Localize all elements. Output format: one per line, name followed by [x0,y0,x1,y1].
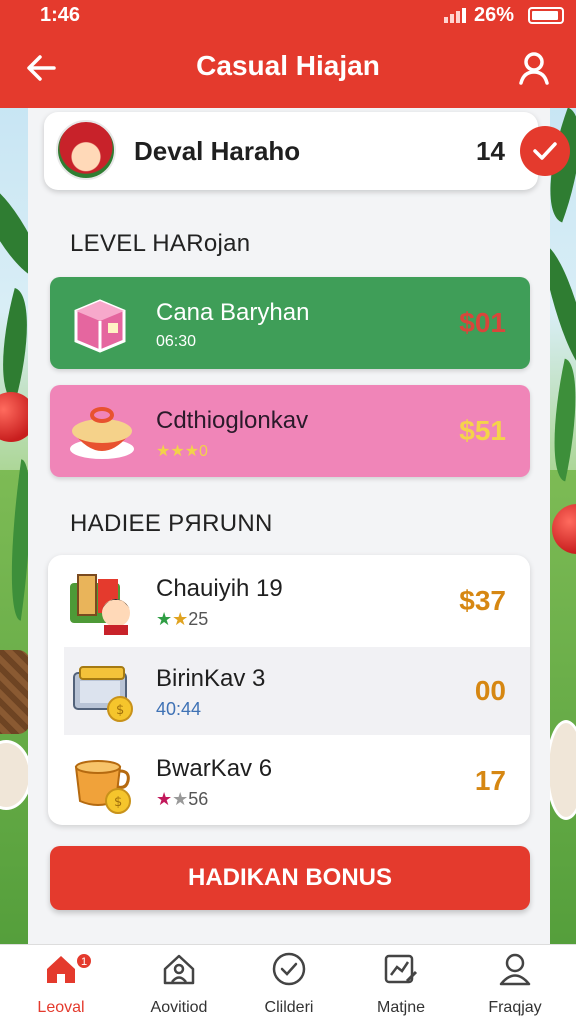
item-name: BwarKav 6 [156,755,273,782]
avatar [56,120,116,180]
nav-label: Clilderi [264,999,314,1016]
item-sub: ★★25 [156,609,209,629]
page-title: Casual Hiajan [196,50,380,81]
level-card-2[interactable]: Cdthioglonkav ★★★0 $51 [50,385,530,477]
list-item[interactable]: $ BirinKav 3 40:44 00 [64,647,530,735]
check-icon[interactable] [520,126,570,176]
nav-label: Leoval [37,999,85,1016]
bonus-button[interactable]: HADIKAN BONUS [50,846,530,910]
chest-coin-icon: $ [70,659,136,725]
pot-coin-icon: $ [68,749,134,815]
level-card-sub: 06:30 [156,333,197,350]
gift-box-icon [68,291,132,355]
battery-percent: 26% [474,4,515,26]
nav-label: Aovitiod [150,999,208,1016]
profile-count: 14 [476,136,505,166]
item-price: 17 [474,765,506,796]
level-card-1[interactable]: Cana Baryhan 06:30 $01 [50,277,530,369]
level-card-price: $51 [459,415,506,446]
level-card-stars: ★★★0 [156,443,208,460]
person-icon [499,953,531,986]
level-section-title: LEVEL HARojan [70,230,251,257]
item-name: Chauiyih 19 [156,575,283,602]
profile-name: Deval Haraho [134,136,301,166]
bowl-icon [68,399,134,463]
item-name: BirinKav 3 [156,665,266,692]
nav-item-clilderi[interactable]: Clilderi [234,951,344,1021]
item-list: Chauiyih 19 ★★25 $37 $ BirinKav 3 40:44 … [48,555,530,825]
nav-label: Fraqjay [488,999,542,1016]
item-price: 00 [474,675,506,706]
nav-item-fraqjay[interactable]: Fraqjay [460,951,570,1021]
nav-item-leoval[interactable]: 1 Leoval [6,951,116,1021]
home-icon [47,956,75,983]
character-scene-icon [68,569,134,635]
level-card-price: $01 [459,307,506,338]
chart-edit-icon [384,954,418,984]
item-sub: 40:44 [156,699,202,719]
nav-item-matjne[interactable]: Matjne [346,951,456,1021]
app-bar: Casual Hiajan [0,32,576,108]
item-sub: ★★56 [156,789,209,809]
signal-icon [444,8,466,23]
level-card-name: Cdthioglonkav [156,407,309,434]
svg-text:$: $ [116,703,124,718]
nav-item-aovitiod[interactable]: Aovitiod [124,951,234,1021]
item-price: $37 [459,585,506,616]
hadiee-section-title: HADIEE PЯRUNN [70,510,273,537]
profile-card[interactable]: Deval Haraho 14 [44,112,570,190]
house-person-icon [163,954,195,985]
level-card-name: Cana Baryhan [156,299,310,326]
bottom-nav: 1 Leoval Aovitiod Clilderi Matjne Fraqja… [0,944,576,1024]
list-item[interactable]: Chauiyih 19 ★★25 $37 [48,557,530,645]
check-circle-icon [272,952,306,986]
status-time: 1:46 [40,4,81,26]
notification-badge: 1 [76,953,92,969]
battery-icon [528,7,564,24]
list-item[interactable]: $ BwarKav 6 ★★56 17 [48,737,530,825]
nav-label: Matjne [376,999,426,1016]
user-icon[interactable] [516,50,552,86]
svg-text:$: $ [114,795,122,810]
status-bar: 1:46 26% [0,0,576,32]
